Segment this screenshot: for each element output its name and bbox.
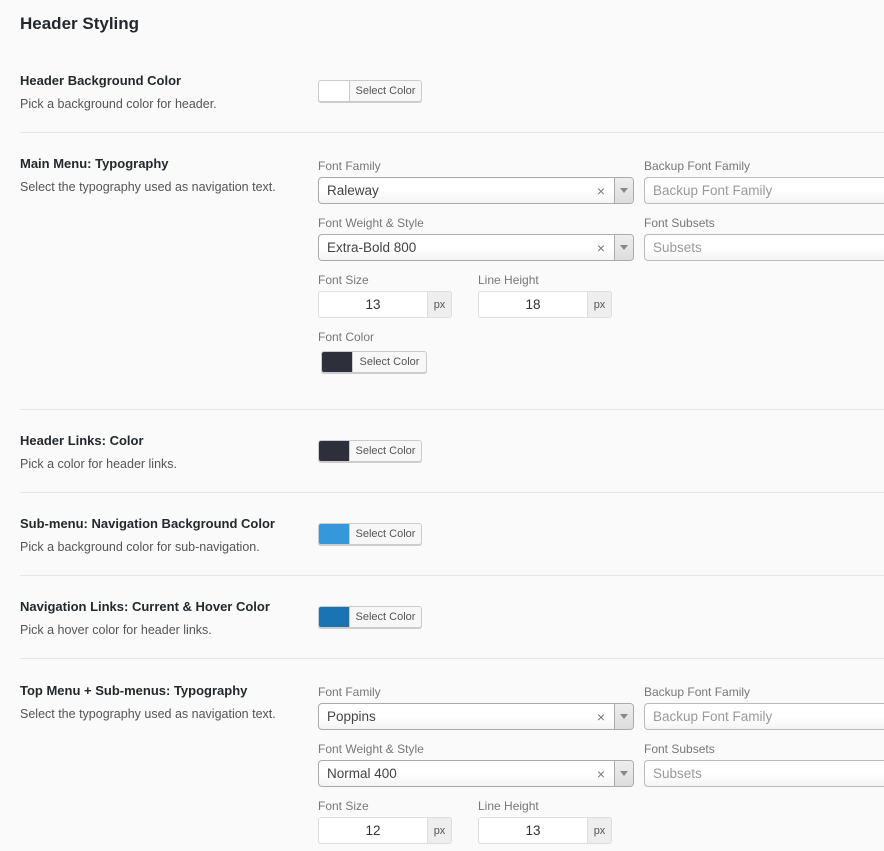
- option-title-header-bg: Header Background Color: [20, 73, 182, 88]
- option-title-submenu-bg: Sub-menu: Navigation Background Color: [20, 516, 275, 531]
- clear-icon[interactable]: ×: [594, 709, 608, 725]
- backup-font-family-placeholder: Backup Font Family: [653, 183, 773, 198]
- font-weight-value: Extra-Bold 800: [327, 240, 417, 255]
- color-swatch: [319, 524, 350, 544]
- select-color-label: Select Color: [359, 356, 420, 368]
- color-swatch: [319, 81, 350, 101]
- font-subsets-select[interactable]: Subsets: [644, 234, 884, 261]
- line-height-field: px: [478, 817, 612, 844]
- option-desc-nav-links-hover: Pick a hover color for header links.: [20, 623, 212, 637]
- font-weight-select[interactable]: Extra-Bold 800 ×: [318, 234, 634, 261]
- select-color-label: Select Color: [355, 611, 416, 623]
- divider: [20, 492, 884, 493]
- clear-icon[interactable]: ×: [594, 183, 608, 199]
- font-subsets-select[interactable]: Subsets: [644, 760, 884, 787]
- option-desc-submenu-bg: Pick a background color for sub-navigati…: [20, 540, 260, 554]
- select-color-label: Select Color: [355, 85, 416, 97]
- font-weight-style-label: Font Weight & Style: [318, 216, 424, 230]
- font-size-input[interactable]: [318, 817, 427, 844]
- font-family-select[interactable]: Raleway ×: [318, 177, 634, 204]
- line-height-input[interactable]: [478, 291, 587, 318]
- px-unit: px: [427, 291, 452, 318]
- px-unit: px: [587, 291, 612, 318]
- option-title-nav-links-hover: Navigation Links: Current & Hover Color: [20, 599, 270, 614]
- backup-font-family-label: Backup Font Family: [644, 685, 751, 699]
- font-subsets-label: Font Subsets: [644, 216, 715, 230]
- clear-icon[interactable]: ×: [594, 240, 608, 256]
- option-title-main-menu: Main Menu: Typography: [20, 156, 169, 171]
- submenu-bg-color-button[interactable]: Select Color: [318, 523, 422, 545]
- font-family-select[interactable]: Poppins ×: [318, 703, 634, 730]
- font-family-value: Raleway: [327, 183, 379, 198]
- font-color-label: Font Color: [318, 330, 375, 344]
- option-title-header-links: Header Links: Color: [20, 433, 144, 448]
- chevron-down-icon[interactable]: [614, 761, 633, 786]
- backup-font-family-placeholder: Backup Font Family: [653, 709, 773, 724]
- font-color-button[interactable]: Select Color: [321, 351, 427, 373]
- option-desc-main-menu: Select the typography used as navigation…: [20, 180, 276, 194]
- font-family-label: Font Family: [318, 685, 381, 699]
- font-size-input[interactable]: [318, 291, 427, 318]
- color-swatch: [322, 352, 353, 372]
- backup-font-family-select[interactable]: Backup Font Family: [644, 703, 884, 730]
- chevron-down-icon[interactable]: [614, 704, 633, 729]
- font-size-label: Font Size: [318, 273, 369, 287]
- header-links-color-button[interactable]: Select Color: [318, 440, 422, 462]
- divider: [20, 409, 884, 410]
- font-weight-value: Normal 400: [327, 766, 397, 781]
- font-subsets-placeholder: Subsets: [653, 240, 702, 255]
- option-title-top-menu: Top Menu + Sub-menus: Typography: [20, 683, 248, 698]
- divider: [20, 575, 884, 576]
- line-height-field: px: [478, 291, 612, 318]
- font-subsets-label: Font Subsets: [644, 742, 715, 756]
- option-desc-header-bg: Pick a background color for header.: [20, 97, 217, 111]
- divider: [20, 132, 884, 133]
- font-size-field: px: [318, 291, 452, 318]
- divider: [20, 658, 884, 659]
- backup-font-family-select[interactable]: Backup Font Family: [644, 177, 884, 204]
- line-height-input[interactable]: [478, 817, 587, 844]
- select-color-label: Select Color: [355, 528, 416, 540]
- option-desc-header-links: Pick a color for header links.: [20, 457, 178, 471]
- px-unit: px: [427, 817, 452, 844]
- option-desc-top-menu: Select the typography used as navigation…: [20, 707, 276, 721]
- font-weight-select[interactable]: Normal 400 ×: [318, 760, 634, 787]
- px-unit: px: [587, 817, 612, 844]
- backup-font-family-label: Backup Font Family: [644, 159, 751, 173]
- line-height-label: Line Height: [478, 273, 539, 287]
- font-weight-style-label: Font Weight & Style: [318, 742, 424, 756]
- chevron-down-icon[interactable]: [614, 235, 633, 260]
- chevron-down-icon[interactable]: [614, 178, 633, 203]
- page-title: Header Styling: [20, 14, 140, 33]
- line-height-label: Line Height: [478, 799, 539, 813]
- font-family-value: Poppins: [327, 709, 376, 724]
- font-size-field: px: [318, 817, 452, 844]
- font-size-label: Font Size: [318, 799, 369, 813]
- color-swatch: [319, 441, 350, 461]
- font-subsets-placeholder: Subsets: [653, 766, 702, 781]
- select-color-label: Select Color: [355, 445, 416, 457]
- nav-links-hover-color-button[interactable]: Select Color: [318, 606, 422, 628]
- clear-icon[interactable]: ×: [594, 766, 608, 782]
- header-bg-color-button[interactable]: Select Color: [318, 80, 422, 102]
- font-family-label: Font Family: [318, 159, 381, 173]
- color-swatch: [319, 607, 350, 627]
